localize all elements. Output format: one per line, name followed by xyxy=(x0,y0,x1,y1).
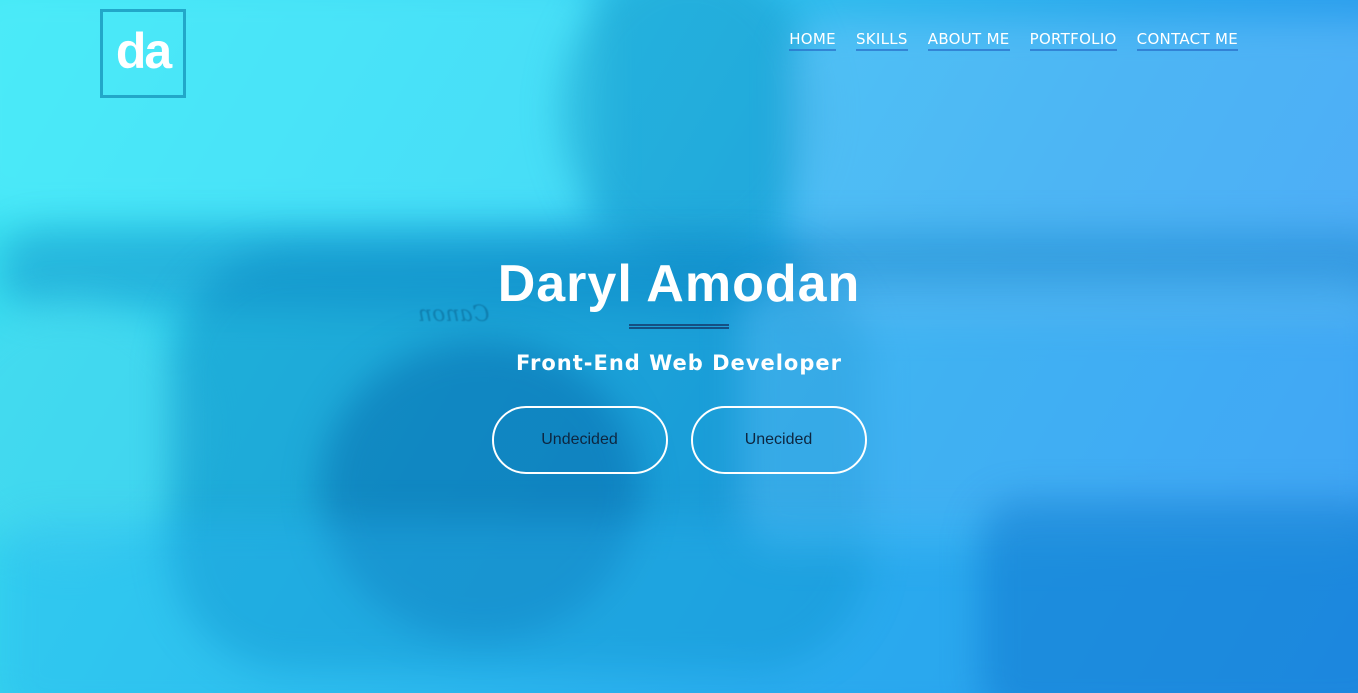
nav-link-home[interactable]: HOME xyxy=(789,30,836,51)
nav-link-contact-me[interactable]: CONTACT ME xyxy=(1136,30,1238,51)
background-blur-shape xyxy=(560,0,820,260)
logo-text: da xyxy=(115,22,172,79)
hero-buttons: Undecided Unecided xyxy=(0,406,1358,474)
hero-subtitle: Front-End Web Developer xyxy=(516,351,842,375)
hero-name: Daryl Amodan xyxy=(497,255,861,313)
title-divider xyxy=(629,324,729,329)
nav-link-portfolio[interactable]: PORTFOLIO xyxy=(1029,30,1117,51)
background-blur-shape xyxy=(0,0,600,220)
background-blur-shape xyxy=(980,500,1358,693)
main-nav: HOME SKILLS ABOUT ME PORTFOLIO CONTACT M… xyxy=(789,30,1238,51)
nav-link-about-me[interactable]: ABOUT ME xyxy=(927,30,1010,51)
undecided-button-2[interactable]: Unecided xyxy=(690,406,867,474)
undecided-button-1[interactable]: Undecided xyxy=(491,406,668,474)
hero-section: Canon da HOME SKILLS ABOUT ME PORTFOLIO … xyxy=(0,0,1358,693)
site-logo[interactable]: da xyxy=(100,9,186,98)
nav-link-skills[interactable]: SKILLS xyxy=(855,30,908,51)
hero-content: Daryl Amodan Front-End Web Developer xyxy=(0,248,1358,375)
